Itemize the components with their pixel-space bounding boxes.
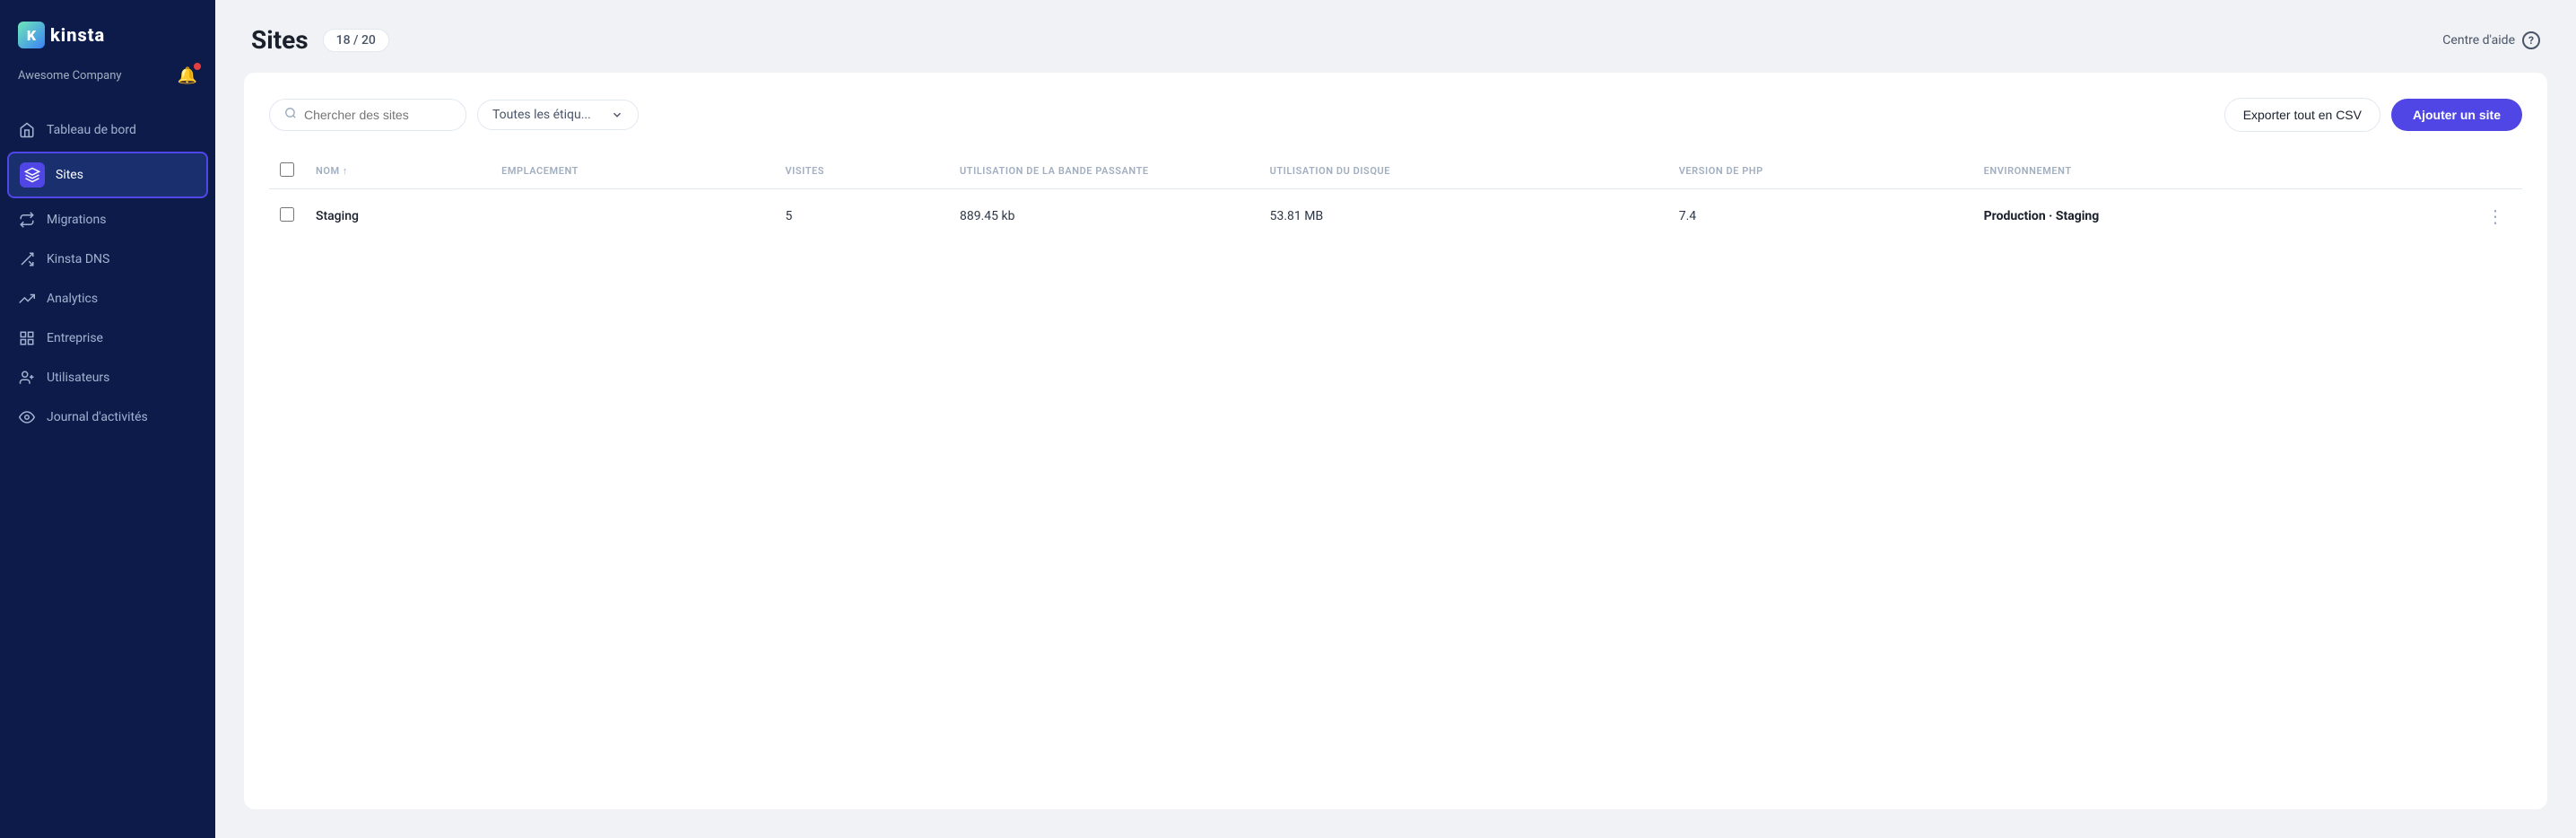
- sidebar-item-label: Entreprise: [47, 331, 103, 345]
- sidebar-item-label: Utilisateurs: [47, 371, 109, 385]
- chevron-down-icon: [611, 109, 623, 121]
- sidebar-item-label: Analytics: [47, 292, 98, 306]
- notification-bell[interactable]: 🔔: [178, 66, 197, 85]
- company-row: Awesome Company 🔔: [0, 63, 215, 103]
- row-nom: Staging: [305, 189, 491, 244]
- main-content: Sites 18 / 20 Centre d'aide ? Toutes les…: [215, 0, 2576, 838]
- header-right[interactable]: Centre d'aide ?: [2442, 31, 2540, 49]
- layers-icon: [20, 162, 45, 188]
- users-icon: [18, 369, 36, 387]
- migrations-icon: [18, 211, 36, 229]
- sidebar-item-kinsta-dns[interactable]: Kinsta DNS: [0, 240, 215, 279]
- sidebar-item-journal[interactable]: Journal d'activités: [0, 397, 215, 437]
- header-environnement: ENVIRONNEMENT: [1973, 153, 2368, 189]
- row-php: 7.4: [1668, 189, 1973, 244]
- table-body: Staging 5 889.45 kb 53.81 MB: [269, 189, 2522, 244]
- kinsta-k-icon: K: [18, 22, 45, 48]
- row-actions-menu-button[interactable]: ⋮: [2479, 202, 2511, 231]
- content-area: Toutes les étiqu... Exporter tout en CSV…: [244, 73, 2547, 809]
- row-disque: 53.81 MB: [1259, 189, 1668, 244]
- notification-badge: [194, 63, 201, 70]
- header-emplacement: EMPLACEMENT: [491, 153, 774, 189]
- analytics-icon: [18, 290, 36, 308]
- row-environnement: Production · Staging: [1973, 189, 2368, 244]
- entreprise-icon: [18, 329, 36, 347]
- header-disque: UTILISATION DU DISQUE: [1259, 153, 1668, 189]
- row-bande-passante: 889.45 kb: [949, 189, 1259, 244]
- sidebar-item-migrations[interactable]: Migrations: [0, 200, 215, 240]
- filter-dropdown[interactable]: Toutes les étiqu...: [477, 100, 639, 130]
- help-icon[interactable]: ?: [2522, 31, 2540, 49]
- row-checkbox-cell: [269, 189, 305, 244]
- sidebar-item-tableau-de-bord[interactable]: Tableau de bord: [0, 110, 215, 150]
- company-name: Awesome Company: [18, 69, 122, 83]
- kinsta-wordmark-text: kinsta: [50, 24, 105, 46]
- toolbar: Toutes les étiqu... Exporter tout en CSV…: [269, 98, 2522, 132]
- header-php: VERSION DE PHP: [1668, 153, 1973, 189]
- header-checkbox-col: [269, 153, 305, 189]
- page-title: Sites: [251, 25, 309, 55]
- sites-table: NOM ↑ EMPLACEMENT VISITES UTILISATION DE…: [269, 153, 2522, 243]
- row-checkbox[interactable]: [280, 207, 294, 222]
- export-csv-button[interactable]: Exporter tout en CSV: [2224, 98, 2380, 132]
- add-site-button[interactable]: Ajouter un site: [2391, 99, 2522, 131]
- header-visites: VISITES: [774, 153, 949, 189]
- help-link-label[interactable]: Centre d'aide: [2442, 33, 2515, 48]
- sidebar-item-label: Tableau de bord: [47, 123, 136, 137]
- site-count-badge: 18 / 20: [323, 29, 389, 52]
- dns-icon: [18, 250, 36, 268]
- kinsta-logo: K kinsta: [18, 22, 105, 48]
- sidebar-item-sites[interactable]: Sites: [7, 152, 208, 198]
- sidebar-item-label: Journal d'activités: [47, 410, 148, 424]
- header-left: Sites 18 / 20: [251, 25, 389, 55]
- row-visites: 5: [774, 189, 949, 244]
- logo-area: K kinsta: [0, 0, 215, 63]
- sidebar-item-label: Sites: [56, 168, 83, 182]
- sidebar: K kinsta Awesome Company 🔔 Tableau de bo…: [0, 0, 215, 838]
- page-header: Sites 18 / 20 Centre d'aide ?: [215, 0, 2576, 73]
- table-header: NOM ↑ EMPLACEMENT VISITES UTILISATION DE…: [269, 153, 2522, 189]
- filter-label: Toutes les étiqu...: [492, 108, 591, 122]
- select-all-checkbox[interactable]: [280, 162, 294, 177]
- sidebar-item-label: Migrations: [47, 213, 107, 227]
- sidebar-item-label: Kinsta DNS: [47, 252, 109, 266]
- sidebar-item-analytics[interactable]: Analytics: [0, 279, 215, 319]
- row-emplacement: [491, 189, 774, 244]
- search-icon: [284, 107, 297, 123]
- table-row: Staging 5 889.45 kb 53.81 MB: [269, 189, 2522, 244]
- home-icon: [18, 121, 36, 139]
- sidebar-item-utilisateurs[interactable]: Utilisateurs: [0, 358, 215, 397]
- header-actions: [2367, 153, 2522, 189]
- header-bande-passante: UTILISATION DE LA BANDE PASSANTE: [949, 153, 1259, 189]
- sidebar-item-entreprise[interactable]: Entreprise: [0, 319, 215, 358]
- search-input[interactable]: [304, 108, 451, 122]
- search-box[interactable]: [269, 99, 466, 131]
- row-actions-cell: ⋮: [2367, 189, 2522, 244]
- header-nom: NOM ↑: [305, 153, 491, 189]
- sidebar-nav: Tableau de bord Sites Mig: [0, 103, 215, 838]
- eye-icon: [18, 408, 36, 426]
